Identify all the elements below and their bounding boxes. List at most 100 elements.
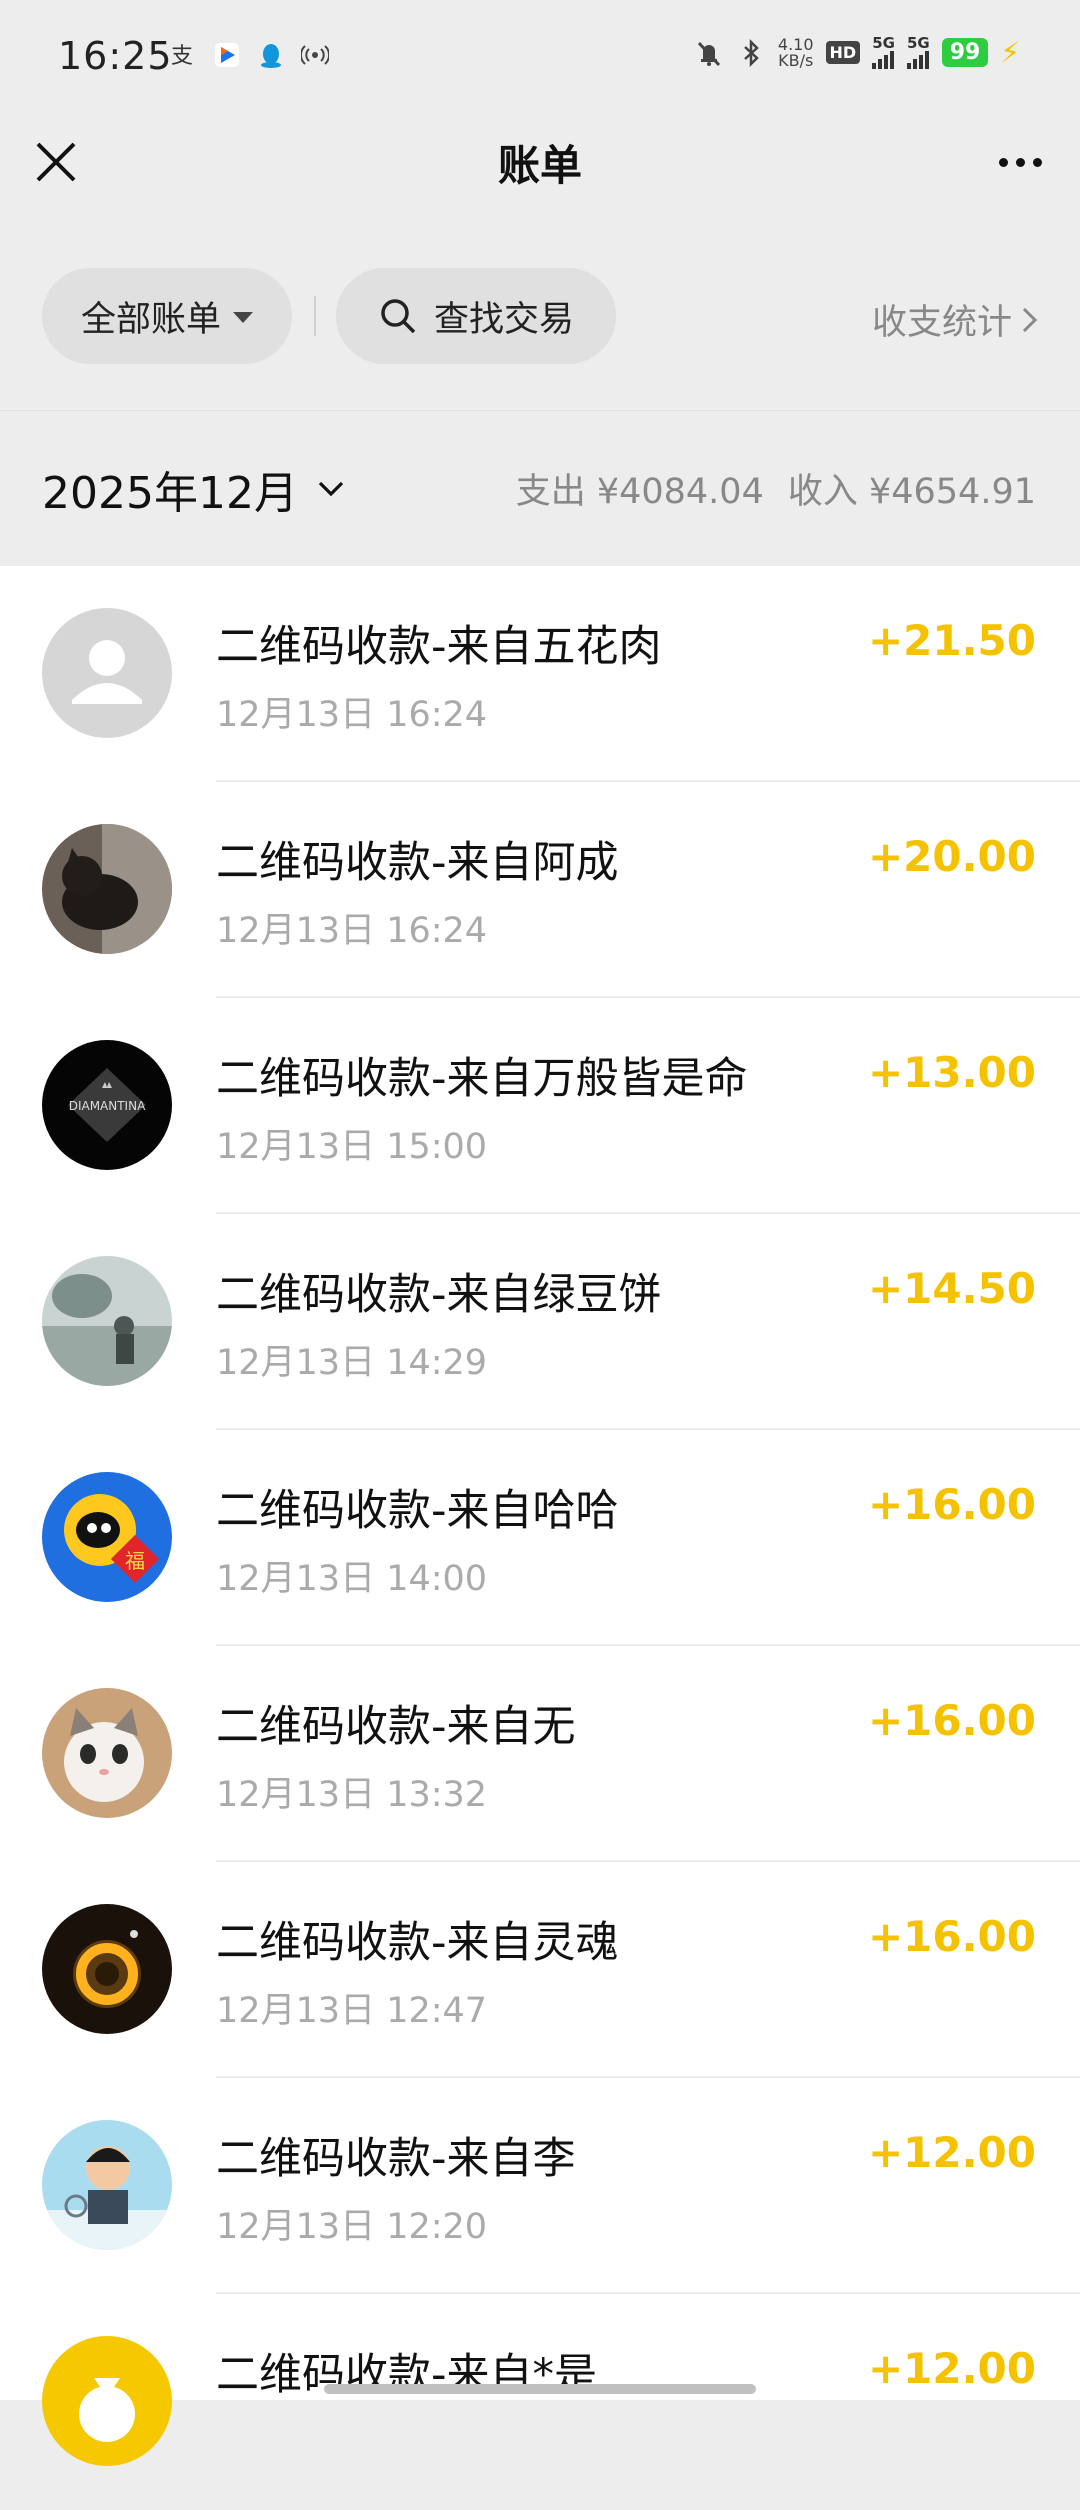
- avatar: [42, 2336, 172, 2466]
- signal-bars-icon: [872, 51, 895, 69]
- month-header: 2025年12月 支出 ¥4084.04 收入 ¥4654.91: [0, 410, 1080, 567]
- golden-ring-icon: [42, 1904, 172, 2034]
- bill-title: 二维码收款-来自绿豆饼: [216, 1270, 662, 1320]
- month-summary: 支出 ¥4084.04 收入 ¥4654.91: [516, 463, 1036, 514]
- system-status-icons: 4.10 KB/s HD 5G 5G 99 ⚡: [694, 36, 1020, 69]
- bill-amount: +16.00: [867, 1696, 1036, 1745]
- cartoon-boy-icon: [42, 2120, 172, 2250]
- search-transactions-button[interactable]: 查找交易: [336, 268, 616, 364]
- bill-title: 二维码收款-来自灵魂: [216, 1918, 619, 1968]
- net-speed-unit: KB/s: [778, 50, 814, 70]
- avatar-text: 福: [125, 1549, 145, 1573]
- bill-time: 12月13日 13:32: [216, 1775, 488, 1815]
- bill-time: 12月13日 14:29: [216, 1343, 488, 1383]
- home-indicator[interactable]: [324, 2384, 756, 2394]
- bill-amount: +14.50: [867, 1264, 1036, 1313]
- bill-title: 二维码收款-来自五花肉: [216, 622, 662, 672]
- sim1-network-label: 5G: [872, 34, 895, 52]
- sim2-network-label: 5G: [906, 34, 930, 52]
- battery-level: 99: [941, 38, 989, 67]
- kitten-photo-icon: [42, 1688, 172, 1818]
- avatar: [42, 824, 172, 954]
- bill-title: 二维码收款-来自李: [216, 2134, 576, 2184]
- month-label: 2025年12月: [42, 468, 298, 519]
- penguin-fu-icon: 福: [42, 1472, 172, 1602]
- bill-title: 二维码收款-来自无: [216, 1702, 576, 1752]
- avatar-text: DIAMANTINA: [69, 1099, 146, 1113]
- dot: [1032, 157, 1042, 167]
- bill-time: 12月13日 12:47: [216, 1991, 488, 2031]
- bill-item[interactable]: 二维码收款-来自阿成 12月13日 16:24 +20.00: [0, 782, 1080, 998]
- bill-item[interactable]: DIAMANTINA 二维码收款-来自万般皆是命 12月13日 15:00 +1…: [0, 998, 1080, 1214]
- avatar: [42, 608, 172, 738]
- income-expense-stats-link[interactable]: 收支统计: [872, 294, 1040, 345]
- bill-amount: +12.00: [867, 2344, 1036, 2393]
- video-app-icon: [212, 40, 242, 70]
- bill-amount: +21.50: [867, 616, 1036, 665]
- bill-title: 二维码收款-来自万般皆是命: [216, 1054, 748, 1104]
- avatar: 福: [42, 1472, 172, 1602]
- bluetooth-icon: [736, 38, 766, 68]
- alipay-icon: 支: [168, 40, 198, 70]
- net-speed: 4.10 KB/s: [778, 36, 814, 70]
- avatar: [42, 1688, 172, 1818]
- bill-title: 二维码收款-来自哈哈: [216, 1486, 619, 1536]
- avatar: [42, 1904, 172, 2034]
- more-options-button[interactable]: [990, 142, 1050, 182]
- hotspot-icon: [300, 40, 330, 70]
- bill-list: 二维码收款-来自五花肉 12月13日 16:24 +21.50 二维码收款-来自…: [0, 566, 1080, 2466]
- signal-sim1: 5G: [872, 36, 895, 69]
- bill-item[interactable]: 二维码收款-来自*是 +12.00: [0, 2294, 1080, 2510]
- default-user-icon: [42, 608, 172, 738]
- month-selector[interactable]: 2025年12月: [42, 457, 346, 521]
- chevron-down-icon: [318, 481, 344, 497]
- chevron-right-icon: [1022, 307, 1038, 332]
- bill-amount: +13.00: [867, 1048, 1036, 1097]
- bill-item[interactable]: 二维码收款-来自绿豆饼 12月13日 14:29 +14.50: [0, 1214, 1080, 1430]
- caret-down-icon: [233, 311, 253, 323]
- bill-item[interactable]: 福 二维码收款-来自哈哈 12月13日 14:00 +16.00: [0, 1430, 1080, 1646]
- bill-amount: +20.00: [867, 832, 1036, 881]
- bill-item[interactable]: 二维码收款-来自无 12月13日 13:32 +16.00: [0, 1646, 1080, 1862]
- bill-time: 12月13日 14:00: [216, 1559, 488, 1599]
- bill-time: 12月13日 16:24: [216, 695, 488, 735]
- diamantina-logo-icon: DIAMANTINA: [42, 1040, 172, 1170]
- signal-bars-icon: [906, 51, 929, 69]
- income-total: 收入 ¥4654.91: [787, 472, 1036, 512]
- svg-text:支: 支: [171, 44, 193, 69]
- dot: [1015, 157, 1025, 167]
- stats-label: 收支统计: [871, 303, 1012, 343]
- signal-sim2: 5G: [906, 34, 930, 69]
- hd-badge: HD: [825, 41, 861, 64]
- search-icon: [381, 299, 416, 334]
- avatar: [42, 2120, 172, 2250]
- bill-amount: +16.00: [867, 1912, 1036, 1961]
- all-bills-label: 全部账单: [80, 299, 221, 340]
- filter-row: 全部账单 查找交易 收支统计: [0, 268, 1080, 366]
- bill-title: 二维码收款-来自阿成: [216, 838, 619, 888]
- qq-icon: [256, 40, 286, 70]
- search-label: 查找交易: [433, 299, 574, 340]
- nav-bar: 账单: [0, 116, 1080, 228]
- bill-item[interactable]: 二维码收款-来自灵魂 12月13日 12:47 +16.00: [0, 1862, 1080, 2078]
- bill-time: 12月13日 16:24: [216, 911, 488, 951]
- bill-item[interactable]: 二维码收款-来自李 12月13日 12:20 +12.00: [0, 2078, 1080, 2294]
- divider: [314, 296, 316, 336]
- expense-total: 支出 ¥4084.04: [515, 472, 764, 512]
- charging-icon: ⚡: [1000, 36, 1020, 69]
- dot: [998, 157, 1008, 167]
- avatar: [42, 1256, 172, 1386]
- avatar: DIAMANTINA: [42, 1040, 172, 1170]
- page-title: 账单: [497, 141, 582, 190]
- status-time: 16:25: [58, 34, 173, 78]
- bill-amount: +16.00: [867, 1480, 1036, 1529]
- money-bag-icon: [42, 2336, 172, 2466]
- bill-item[interactable]: 二维码收款-来自五花肉 12月13日 16:24 +21.50: [0, 566, 1080, 782]
- bill-time: 12月13日 12:20: [216, 2207, 488, 2247]
- status-bar: 16:25 支 4.10 KB/s HD 5G 5G 99 ⚡: [0, 0, 1080, 116]
- scenery-photo-icon: [42, 1256, 172, 1386]
- notification-icons: 支: [168, 40, 330, 70]
- cat-photo-icon: [42, 824, 172, 954]
- all-bills-dropdown[interactable]: 全部账单: [42, 268, 292, 364]
- bill-time: 12月13日 15:00: [216, 1127, 488, 1167]
